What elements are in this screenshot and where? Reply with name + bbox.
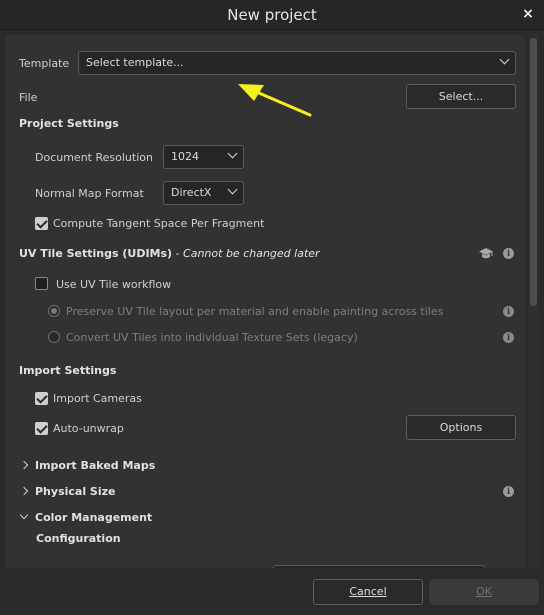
ok-button[interactable]: OK [429,579,539,605]
select-file-button[interactable]: Select... [406,84,516,109]
auto-unwrap-checkbox[interactable] [35,422,48,435]
compute-tangent-checkbox[interactable] [35,217,48,230]
template-select[interactable]: Select template... [78,51,516,75]
window-title: New project [227,6,317,24]
info-icon[interactable]: i [503,306,514,317]
auto-unwrap-label: Auto-unwrap [53,422,124,435]
title-bar: New project × [0,0,544,30]
use-uv-tile-label: Use UV Tile workflow [56,278,172,291]
uv-tile-heading-text: UV Tile Settings (UDIMs) [19,247,173,260]
info-icon[interactable]: i [503,332,514,343]
normal-map-format-label: Normal Map Format [35,187,144,200]
chevron-right-icon[interactable] [19,460,29,470]
uv-tile-heading: UV Tile Settings (UDIMs) - Cannot be cha… [19,247,320,260]
preserve-uv-radio[interactable] [48,305,60,317]
import-cameras-checkbox[interactable] [35,392,48,405]
project-settings-heading: Project Settings [19,117,119,130]
file-label: File [19,91,38,104]
options-button[interactable]: Options [406,415,516,440]
info-icon[interactable]: i [503,248,514,259]
use-uv-tile-checkbox[interactable] [35,277,48,290]
document-resolution-select[interactable]: 1024 [163,145,244,169]
physical-size-section[interactable]: Physical Size [35,485,115,498]
chevron-right-icon[interactable] [19,486,29,496]
cancel-button[interactable]: Cancel [313,579,423,605]
template-label: Template [19,57,70,70]
normal-map-format-select[interactable]: DirectX [163,181,244,205]
ok-button-label: OK [476,585,492,598]
uv-tile-note: - Cannot be changed later [172,247,320,260]
scrollbar-thumb[interactable] [530,38,537,306]
configuration-label: Configuration [36,532,121,545]
import-cameras-label: Import Cameras [53,392,142,405]
chevron-down-icon [227,148,238,159]
info-icon[interactable]: i [503,486,514,497]
convert-uv-radio[interactable] [48,331,60,343]
template-select-value: Select template... [86,56,184,69]
graduation-cap-icon[interactable] [478,247,494,260]
document-resolution-label: Document Resolution [35,151,153,164]
close-icon[interactable]: × [521,6,535,22]
document-resolution-value: 1024 [171,150,199,163]
annotation-arrow-icon [238,84,312,117]
vertical-scrollbar[interactable] [528,34,539,569]
color-management-section[interactable]: Color Management [35,511,152,524]
compute-tangent-label: Compute Tangent Space Per Fragment [53,217,265,230]
import-settings-heading: Import Settings [19,364,117,377]
cancel-button-label: Cancel [349,585,387,598]
chevron-down-icon [227,184,238,195]
configuration-field[interactable] [273,565,485,568]
chevron-down-icon [499,54,510,65]
convert-uv-label: Convert UV Tiles into individual Texture… [66,331,358,344]
import-baked-maps-section[interactable]: Import Baked Maps [35,459,155,472]
chevron-down-icon[interactable] [19,510,29,520]
normal-map-format-value: DirectX [171,186,212,199]
preserve-uv-label: Preserve UV Tile layout per material and… [66,305,444,318]
